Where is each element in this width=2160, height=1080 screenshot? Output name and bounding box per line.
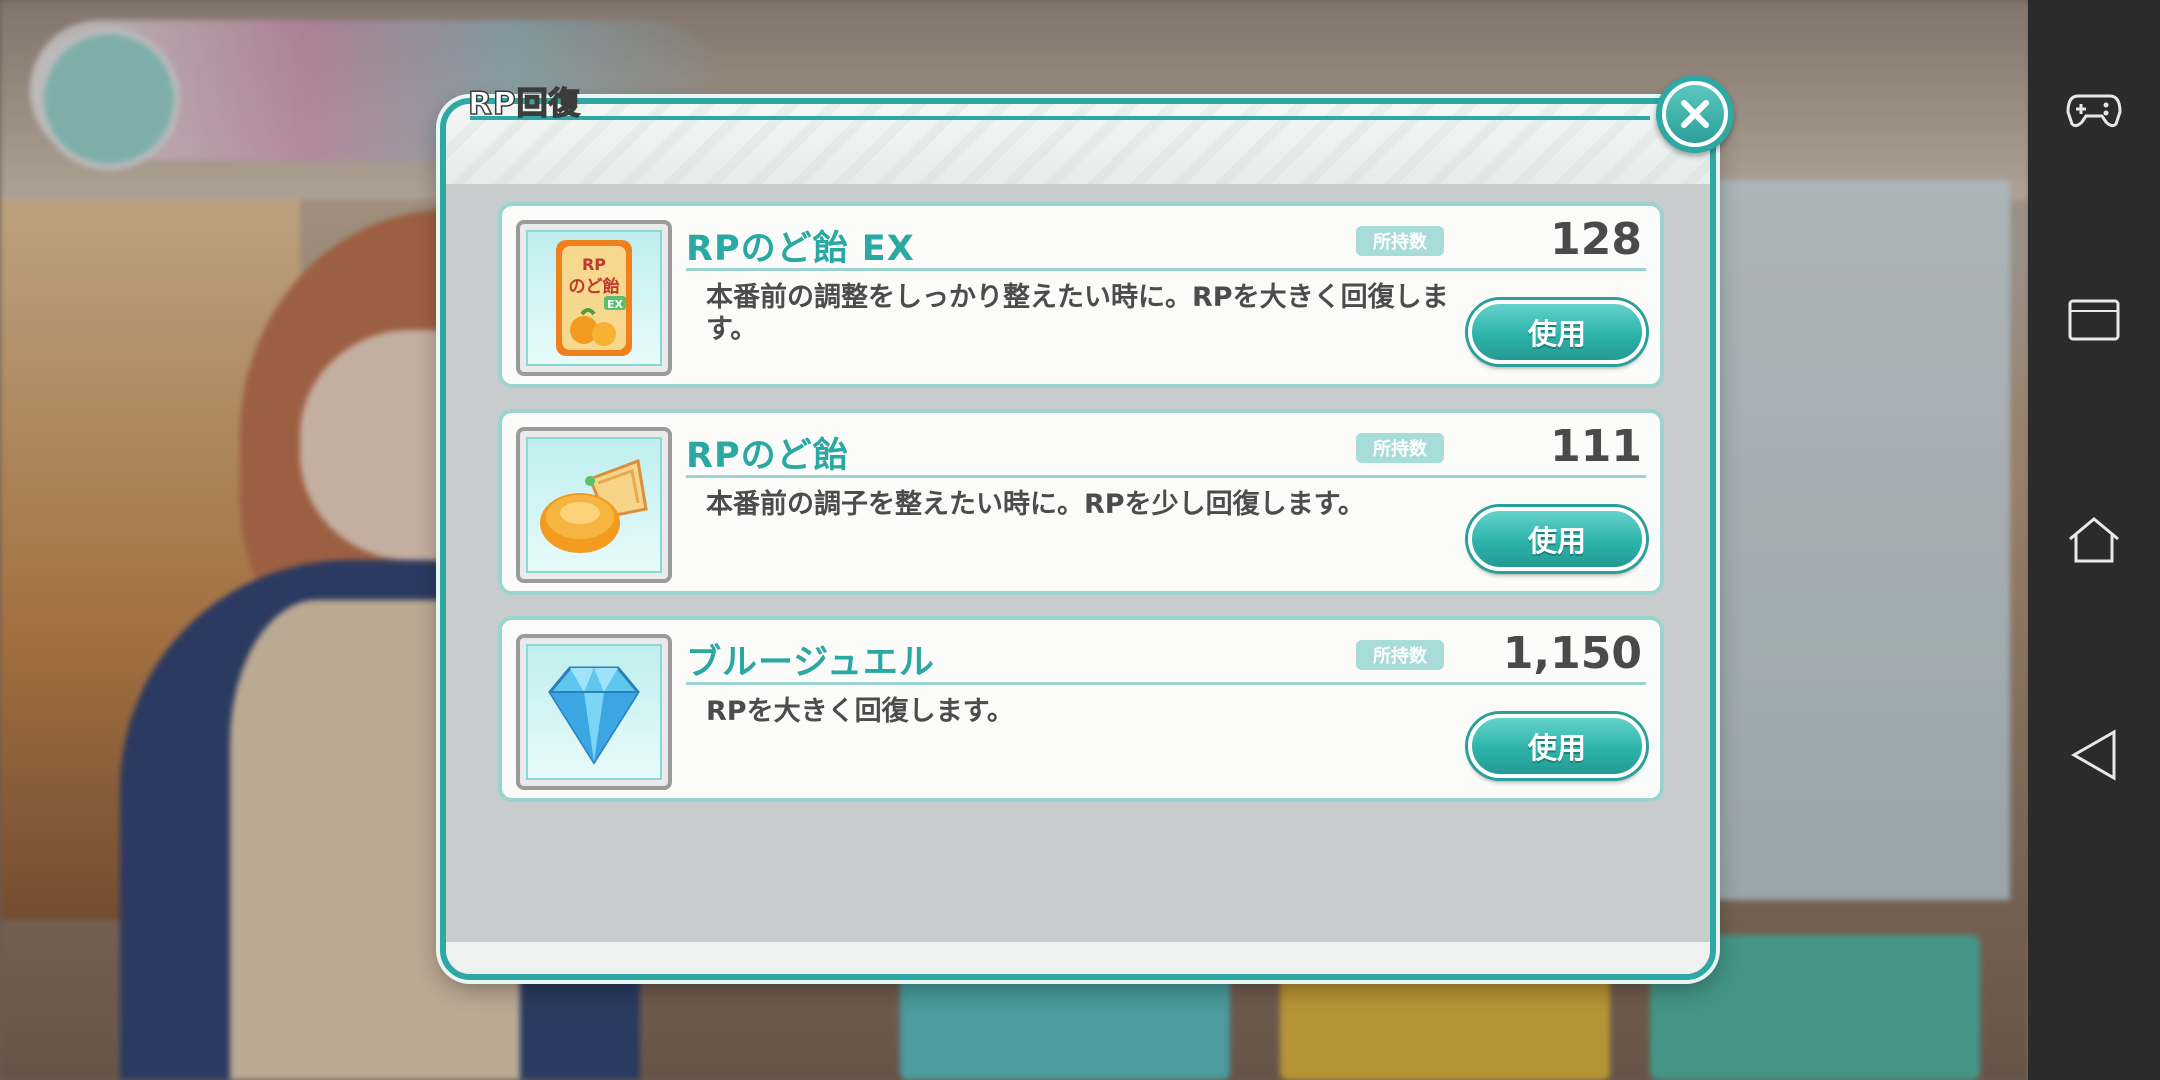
item-description: RPを大きく回復します。 <box>706 696 1014 727</box>
blue-jewel-icon <box>548 666 640 765</box>
owned-label-badge: 所持数 <box>1356 433 1444 463</box>
owned-count: 111 <box>1550 421 1642 472</box>
title-rule <box>470 116 1650 120</box>
system-navigation-bar <box>2028 0 2160 1080</box>
gamepad-icon <box>2066 94 2122 128</box>
name-underline <box>686 268 1646 271</box>
owned-count: 128 <box>1550 214 1642 265</box>
home-icon <box>2069 517 2119 563</box>
recent-apps-button[interactable] <box>2028 280 2160 360</box>
use-button[interactable]: 使用 <box>1468 507 1646 571</box>
dialog-header <box>446 104 1710 184</box>
item-name: ブルージュエル <box>686 643 935 683</box>
item-description: 本番前の調子を整えたい時に。RPを少し回復します。 <box>706 489 1365 520</box>
item-card-rp-candy-ex: RP のど飴 EX RPのど飴 EX 所持数 128 本番前の調整をしっかり整え… <box>498 202 1664 388</box>
owned-label-badge: 所持数 <box>1356 226 1444 256</box>
back-icon <box>2070 729 2116 781</box>
close-icon <box>1681 100 1709 128</box>
rp-recovery-dialog: RP のど飴 EX RPのど飴 EX 所持数 128 本番前の調整をしっかり整え… <box>440 98 1716 980</box>
recent-apps-icon <box>2068 299 2120 341</box>
item-thumbnail <box>516 427 672 583</box>
home-button[interactable] <box>2028 500 2160 580</box>
dialog-title: RP回復 <box>467 85 581 123</box>
use-button[interactable]: 使用 <box>1468 300 1646 364</box>
wrapped-candy-icon <box>540 458 648 553</box>
item-card-blue-jewel: ブルージュエル 所持数 1,150 RPを大きく回復します。 使用 <box>498 616 1664 802</box>
item-thumbnail <box>516 634 672 790</box>
item-description: 本番前の調整をしっかり整えたい時に。RPを大きく回復します。 <box>706 282 1449 345</box>
dialog-footer <box>446 942 1710 974</box>
close-button[interactable] <box>1656 75 1734 153</box>
gamepad-button[interactable] <box>2028 70 2160 150</box>
svg-text:RP: RP <box>582 255 606 274</box>
item-name: RPのど飴 <box>686 436 849 476</box>
candy-bag-ex-icon: RP のど飴 EX <box>556 240 632 356</box>
svg-text:EX: EX <box>607 298 624 311</box>
item-card-rp-candy: RPのど飴 所持数 111 本番前の調子を整えたい時に。RPを少し回復します。 … <box>498 409 1664 595</box>
owned-label-badge: 所持数 <box>1356 640 1444 670</box>
name-underline <box>686 682 1646 685</box>
use-button[interactable]: 使用 <box>1468 714 1646 778</box>
back-button[interactable] <box>2028 710 2160 800</box>
item-name: RPのど飴 EX <box>686 229 915 269</box>
owned-count: 1,150 <box>1502 628 1642 679</box>
name-underline <box>686 475 1646 478</box>
item-thumbnail: RP のど飴 EX <box>516 220 672 376</box>
svg-text:のど飴: のど飴 <box>569 276 620 297</box>
